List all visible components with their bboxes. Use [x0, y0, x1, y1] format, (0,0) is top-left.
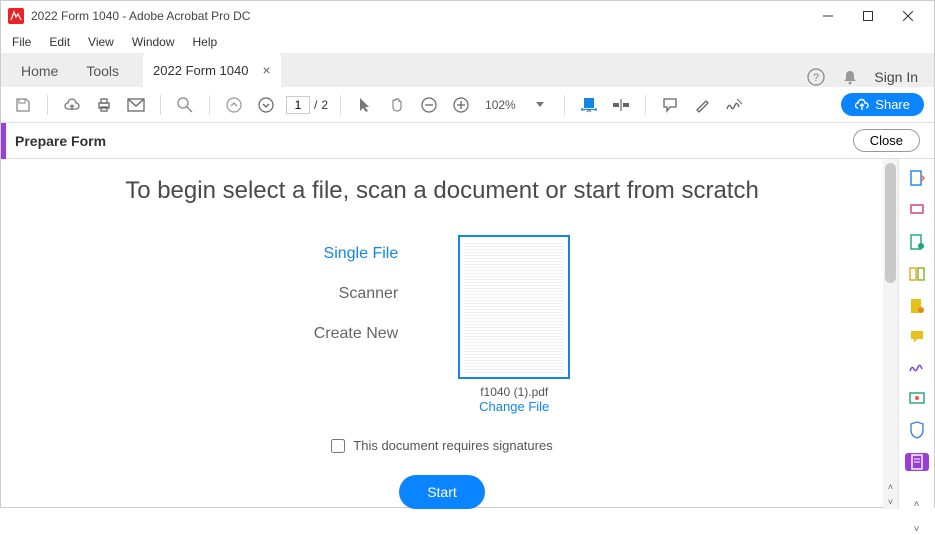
zoom-dropdown-icon[interactable] [528, 93, 552, 117]
hand-tool-icon[interactable] [385, 93, 409, 117]
close-window-button[interactable] [888, 2, 928, 31]
rail-collapse-down-icon[interactable]: ˅ [914, 524, 920, 535]
file-name: f1040 (1).pdf [458, 385, 570, 399]
menu-help[interactable]: Help [184, 33, 227, 51]
rail-enhance-icon[interactable] [905, 297, 929, 315]
email-icon[interactable] [124, 93, 148, 117]
rail-prepare-form-icon[interactable] [905, 453, 929, 471]
rail-export-pdf-icon[interactable] [905, 201, 929, 219]
prepare-form-header: Prepare Form Close [1, 123, 934, 159]
menu-file[interactable]: File [3, 33, 40, 51]
scrollbar-thumb[interactable] [885, 163, 896, 283]
page-down-icon[interactable] [254, 93, 278, 117]
select-tool-icon[interactable] [353, 93, 377, 117]
toolbar: / 2 102% Share [1, 87, 934, 123]
zoom-out-icon[interactable] [417, 93, 441, 117]
main-panel: To begin select a file, scan a document … [1, 159, 883, 509]
share-button[interactable]: Share [841, 93, 924, 116]
maximize-button[interactable] [848, 2, 888, 31]
vertical-scrollbar[interactable]: ˄ ˅ [883, 159, 898, 509]
change-file-link[interactable]: Change File [458, 399, 570, 414]
comment-icon[interactable] [658, 93, 682, 117]
thumbnail-image [464, 241, 564, 373]
option-create-new[interactable]: Create New [314, 325, 398, 343]
tab-tools[interactable]: Tools [72, 55, 133, 87]
cloud-icon[interactable] [60, 93, 84, 117]
page-up-icon[interactable] [222, 93, 246, 117]
rail-edit-pdf-icon[interactable] [905, 233, 929, 251]
rail-create-pdf-icon[interactable] [905, 169, 929, 187]
close-prepare-form-button[interactable]: Close [853, 129, 920, 152]
menu-view[interactable]: View [79, 33, 123, 51]
tools-rail: ˄ ˅ [898, 159, 934, 509]
start-button[interactable]: Start [399, 475, 485, 509]
zoom-in-icon[interactable] [449, 93, 473, 117]
scroll-down-icon[interactable]: ˅ [883, 494, 898, 509]
fit-width-icon[interactable] [577, 93, 601, 117]
title-bar: 2022 Form 1040 - Adobe Acrobat Pro DC [1, 1, 934, 31]
source-options: Single File Scanner Create New [314, 235, 398, 414]
tab-bar: Home Tools 2022 Form 1040 × ? Sign In [1, 53, 934, 87]
app-icon [7, 7, 25, 25]
zoom-out-find-icon[interactable] [173, 93, 197, 117]
file-thumbnail[interactable] [458, 235, 570, 379]
sign-in-link[interactable]: Sign In [874, 69, 918, 85]
zoom-level[interactable]: 102% [481, 98, 520, 112]
rail-organize-icon[interactable] [905, 265, 929, 283]
option-scanner[interactable]: Scanner [314, 285, 398, 303]
help-icon[interactable]: ? [806, 67, 826, 87]
prepare-form-title: Prepare Form [15, 133, 106, 149]
menu-bar: File Edit View Window Help [1, 31, 934, 53]
rail-collapse-up-icon[interactable]: ˄ [914, 499, 920, 510]
highlight-icon[interactable] [690, 93, 714, 117]
cloud-upload-icon [855, 98, 869, 112]
minimize-button[interactable] [808, 2, 848, 31]
save-icon[interactable] [11, 93, 35, 117]
window-title: 2022 Form 1040 - Adobe Acrobat Pro DC [31, 9, 250, 23]
option-single-file[interactable]: Single File [314, 245, 398, 263]
close-tab-icon[interactable]: × [262, 62, 270, 78]
rail-protect-icon[interactable] [905, 421, 929, 439]
print-icon[interactable] [92, 93, 116, 117]
rail-send-review-icon[interactable] [905, 389, 929, 407]
notifications-icon[interactable] [840, 67, 860, 87]
svg-text:?: ? [813, 72, 819, 84]
signatures-row: This document requires signatures [1, 438, 883, 453]
signatures-checkbox[interactable] [331, 439, 345, 453]
rail-comment-icon[interactable] [905, 329, 929, 345]
page-indicator: / 2 [286, 96, 328, 114]
content-area: To begin select a file, scan a document … [1, 159, 934, 509]
menu-edit[interactable]: Edit [40, 33, 79, 51]
fit-page-icon[interactable] [609, 93, 633, 117]
signatures-label: This document requires signatures [353, 438, 552, 453]
file-preview: f1040 (1).pdf Change File [458, 235, 570, 414]
page-sep: / [314, 98, 317, 112]
document-tab[interactable]: 2022 Form 1040 × [143, 53, 281, 87]
document-tab-label: 2022 Form 1040 [153, 63, 248, 78]
menu-window[interactable]: Window [123, 33, 184, 51]
sign-icon[interactable] [722, 93, 746, 117]
page-current-input[interactable] [286, 96, 310, 114]
tab-home[interactable]: Home [7, 55, 72, 87]
accent-bar [1, 123, 6, 159]
share-label: Share [875, 97, 910, 112]
rail-fill-sign-icon[interactable] [905, 359, 929, 375]
page-total: 2 [321, 98, 328, 112]
scroll-up-icon[interactable]: ˄ [883, 479, 898, 494]
headline: To begin select a file, scan a document … [1, 177, 883, 205]
